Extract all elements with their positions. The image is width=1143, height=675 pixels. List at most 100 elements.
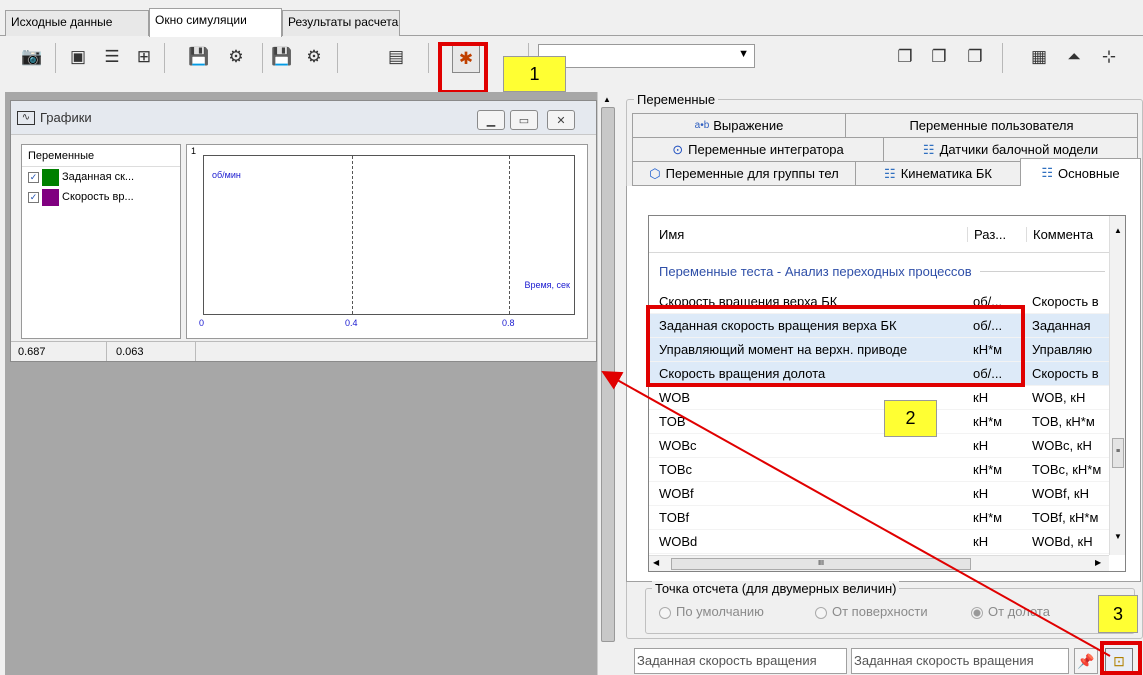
cell-comment: Управляю: [1032, 342, 1093, 357]
clock-icon: ⊙: [672, 141, 684, 157]
table-button[interactable]: ▦: [1025, 43, 1053, 71]
table-row[interactable]: TOBf кН*м TOBf, кН*м: [649, 506, 1125, 530]
status-divider: [106, 342, 107, 361]
scroll-left-icon[interactable]: ◀: [653, 558, 659, 567]
tab-body-group-variables[interactable]: ⬡ Переменные для группы тел: [632, 161, 856, 186]
variables-grid[interactable]: Имя Раз... Коммента Переменные теста - А…: [648, 215, 1126, 572]
gear-folder-icon: ⚙: [306, 47, 322, 66]
checkbox-checked-icon[interactable]: ✓: [28, 171, 39, 183]
graphs-window-titlebar[interactable]: ∿ Графики: [11, 101, 596, 135]
cell-unit: кН*м: [973, 510, 1003, 525]
load-preset-button[interactable]: ⚙: [222, 43, 250, 71]
chevron-down-icon: ▼: [738, 48, 749, 60]
x-tick-label: 0.4: [345, 318, 358, 328]
grid-horizontal-scrollbar[interactable]: ◀ III ▶: [649, 555, 1109, 571]
graph-variable-item[interactable]: ✓ Заданная ск...: [22, 167, 180, 187]
camera-dropdown-button[interactable]: 📷: [18, 43, 46, 71]
tab-label: Выражение: [713, 118, 784, 133]
cell-comment: WOB, кН: [1032, 390, 1086, 405]
tab-results[interactable]: Результаты расчета: [282, 10, 400, 36]
camera-icon: 📷: [21, 47, 43, 66]
toolbar-separator: [428, 43, 429, 73]
scroll-down-icon[interactable]: ▼: [1114, 532, 1122, 541]
spectrum-button[interactable]: ⏶: [1060, 43, 1088, 71]
preset-select[interactable]: ▼: [538, 44, 755, 68]
tab-label: Датчики балочной модели: [939, 142, 1099, 157]
variable-list-header: Переменные: [22, 145, 180, 167]
window-tile-button[interactable]: ❐: [961, 43, 989, 71]
column-header-name[interactable]: Имя: [649, 227, 967, 242]
pin-button[interactable]: 📌: [1074, 648, 1098, 674]
table-row[interactable]: WOBc кН WOBc, кН: [649, 434, 1125, 458]
table-row[interactable]: TOBc кН*м TOBc, кН*м: [649, 458, 1125, 482]
report-button[interactable]: ▤: [382, 43, 410, 71]
add-chart-button[interactable]: ⊞: [130, 43, 158, 71]
graph-statusbar: 0.687 0.063: [11, 341, 596, 361]
graph-variable-item[interactable]: ✓ Скорость вр...: [22, 187, 180, 207]
table-icon: ▦: [1030, 47, 1048, 66]
status-divider: [195, 342, 196, 361]
cell-unit: кН*м: [973, 462, 1003, 477]
column-header-unit[interactable]: Раз...: [967, 226, 1026, 242]
close-button[interactable]: ✕: [547, 110, 575, 130]
y-axis-unit: об/мин: [212, 170, 241, 180]
add-window-button[interactable]: ▣: [64, 43, 92, 71]
cell-unit: кН: [973, 390, 989, 405]
cell-unit: кН: [973, 486, 989, 501]
tab-user-variables[interactable]: Переменные пользователя: [845, 113, 1138, 138]
scroll-up-icon[interactable]: ▲: [603, 95, 611, 104]
checkbox-checked-icon[interactable]: ✓: [28, 191, 39, 203]
gear-open-icon: ⚙: [228, 47, 244, 66]
cell-name: TOBc: [659, 462, 692, 477]
grid-line: [352, 156, 353, 314]
window-cascade-button[interactable]: ❐: [891, 43, 919, 71]
expression-field-1[interactable]: Заданная скорость вращения: [634, 648, 847, 674]
toolbar-separator: [55, 43, 56, 73]
cell-comment: TOB, кН*м: [1032, 414, 1095, 429]
grid-vertical-scrollbar[interactable]: ▲ ≡ ▼: [1109, 216, 1125, 555]
expression-field-2[interactable]: Заданная скорость вращения: [851, 648, 1069, 674]
sensor-icon: ☷: [922, 141, 935, 157]
status-y-value: 0.063: [116, 346, 144, 358]
status-x-value: 0.687: [18, 346, 46, 358]
kinematics-icon: ☷: [884, 165, 896, 181]
radio-icon: [815, 606, 827, 619]
close-icon: ✕: [556, 114, 566, 127]
cell-comment: TOBc, кН*м: [1032, 462, 1102, 477]
cell-name: WOBd: [659, 534, 698, 549]
radio-default[interactable]: По умолчанию: [659, 604, 764, 619]
layout-button[interactable]: ⊹: [1095, 43, 1123, 71]
save-button[interactable]: 💾: [268, 43, 296, 71]
grid-header: Имя Раз... Коммента: [649, 216, 1125, 253]
open-settings-button[interactable]: ⚙: [300, 43, 328, 71]
scroll-grip: III: [818, 560, 824, 567]
window-close-all-button[interactable]: ❐: [925, 43, 953, 71]
tab-expression[interactable]: a•b Выражение: [632, 113, 846, 138]
grid-hscroll-thumb[interactable]: III: [671, 558, 971, 570]
tab-main[interactable]: ☷ Основные: [1020, 158, 1141, 187]
scroll-up-icon[interactable]: ▲: [1114, 226, 1122, 235]
x-tick-label: 0: [199, 318, 205, 328]
tab-kinematics[interactable]: ☷ Кинематика БК: [855, 161, 1021, 186]
windows-close-icon: ❐: [931, 47, 947, 66]
radio-bit[interactable]: От долота: [971, 604, 1050, 619]
plot-area[interactable]: 1 об/мин Время, сек 0 0.4 0.8: [186, 144, 588, 339]
save-preset-button[interactable]: 💾: [185, 43, 213, 71]
tab-simulation-window[interactable]: Окно симуляции: [149, 8, 282, 37]
maximize-button[interactable]: ▭: [510, 110, 538, 130]
callout-1: 1: [503, 56, 566, 92]
radio-selected-icon: [971, 606, 983, 619]
graphs-window[interactable]: ∿ Графики ▁ ▭ ✕ Переменные ✓ Заданная ск…: [10, 100, 597, 362]
grid-scroll-thumb[interactable]: ≡: [1112, 438, 1124, 468]
minimize-button[interactable]: ▁: [477, 110, 505, 130]
radio-surface[interactable]: От поверхности: [815, 604, 928, 619]
column-header-comment[interactable]: Коммента: [1026, 226, 1106, 242]
workspace-scroll-thumb[interactable]: [601, 107, 615, 642]
reference-point-title: Точка отсчета (для двумерных величин): [652, 581, 900, 596]
table-row[interactable]: WOBd кН WOBd, кН: [649, 530, 1125, 554]
tab-integrator-variables[interactable]: ⊙ Переменные интегратора: [632, 137, 884, 162]
tab-input-data[interactable]: Исходные данные: [5, 10, 149, 36]
table-row[interactable]: WOBf кН WOBf, кН: [649, 482, 1125, 506]
list-button[interactable]: ☰: [98, 43, 126, 71]
scroll-right-icon[interactable]: ▶: [1095, 558, 1101, 567]
